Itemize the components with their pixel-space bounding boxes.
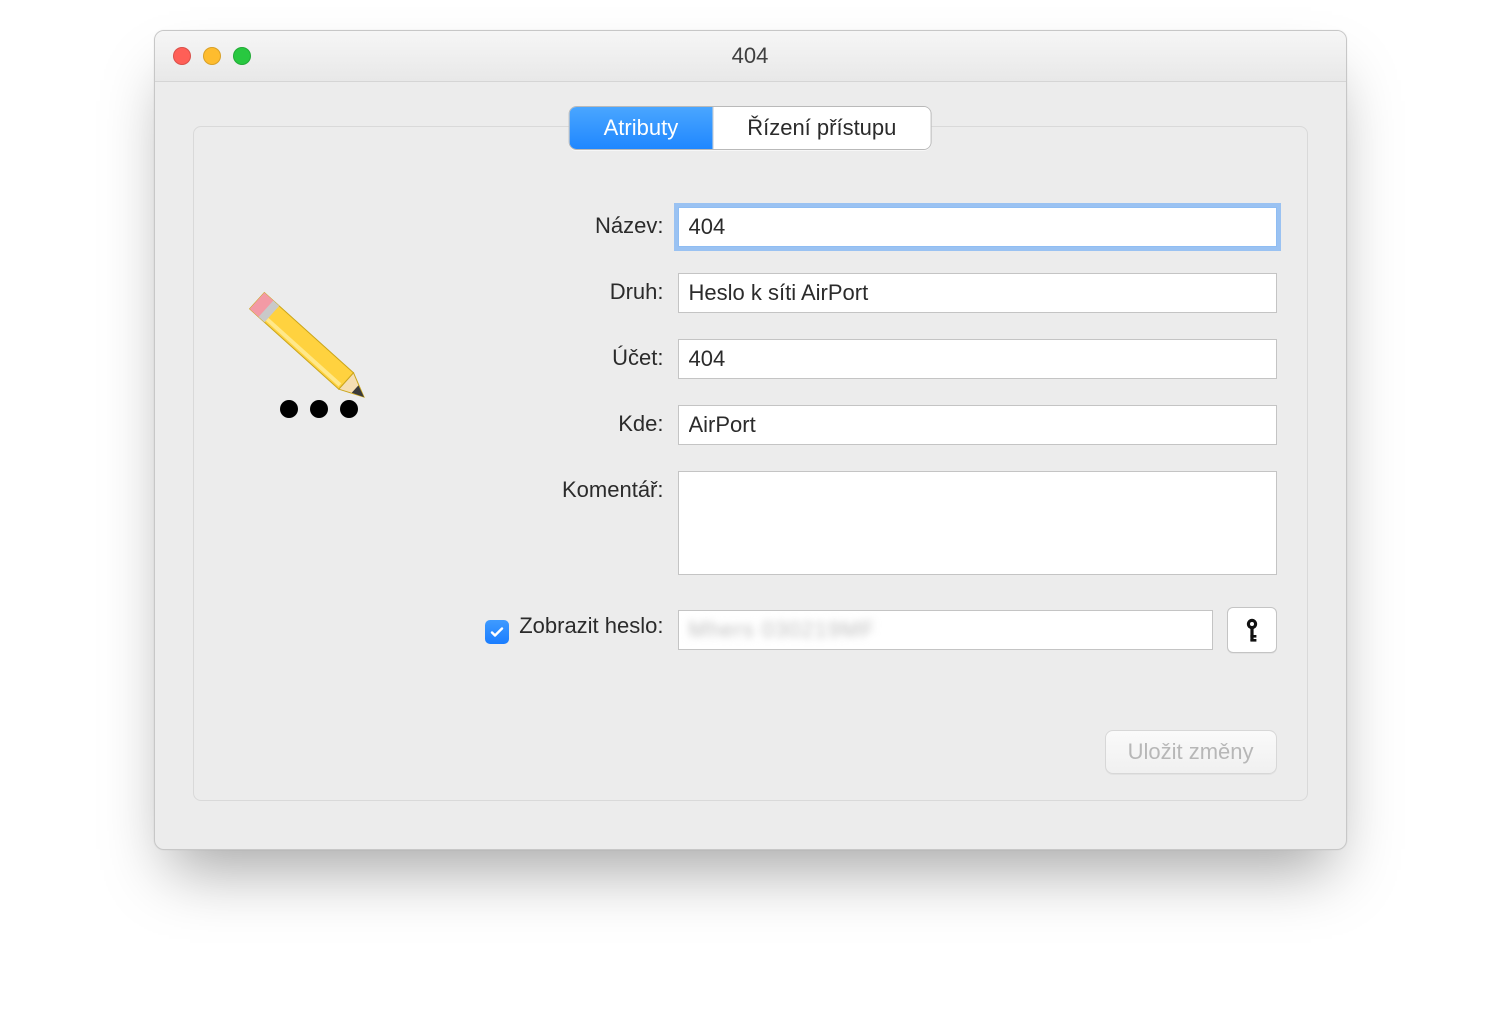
account-input[interactable]: [678, 339, 1277, 379]
save-changes-button[interactable]: Uložit změny: [1105, 730, 1277, 774]
close-window-button[interactable]: [173, 47, 191, 65]
label-name: Název:: [394, 207, 678, 239]
kind-input[interactable]: [678, 273, 1277, 313]
show-password-checkbox[interactable]: [485, 620, 509, 644]
keychain-item-window: 404 Atributy Řízení přístupu: [154, 30, 1347, 850]
label-where: Kde:: [394, 405, 678, 437]
password-input[interactable]: Mhers 030219MF: [678, 610, 1213, 650]
attributes-form: Název: Druh: Účet:: [224, 207, 1277, 679]
window-controls: [173, 47, 251, 65]
key-icon: [1242, 617, 1262, 643]
window-title: 404: [155, 43, 1346, 69]
comment-input[interactable]: [678, 471, 1277, 575]
minimize-window-button[interactable]: [203, 47, 221, 65]
password-generator-button[interactable]: [1227, 607, 1277, 653]
titlebar: 404: [155, 31, 1346, 82]
zoom-window-button[interactable]: [233, 47, 251, 65]
password-value: Mhers 030219MF: [689, 617, 875, 643]
tab-bar: Atributy Řízení přístupu: [569, 106, 932, 150]
label-kind: Druh:: [394, 273, 678, 305]
label-show-password: Zobrazit heslo:: [519, 613, 663, 639]
label-comment: Komentář:: [394, 471, 678, 503]
where-input[interactable]: [678, 405, 1277, 445]
tab-attributes[interactable]: Atributy: [570, 107, 713, 149]
content-panel: Atributy Řízení přístupu: [193, 126, 1308, 801]
label-account: Účet:: [394, 339, 678, 371]
tab-access-control[interactable]: Řízení přístupu: [712, 107, 930, 149]
name-input[interactable]: [678, 207, 1277, 247]
